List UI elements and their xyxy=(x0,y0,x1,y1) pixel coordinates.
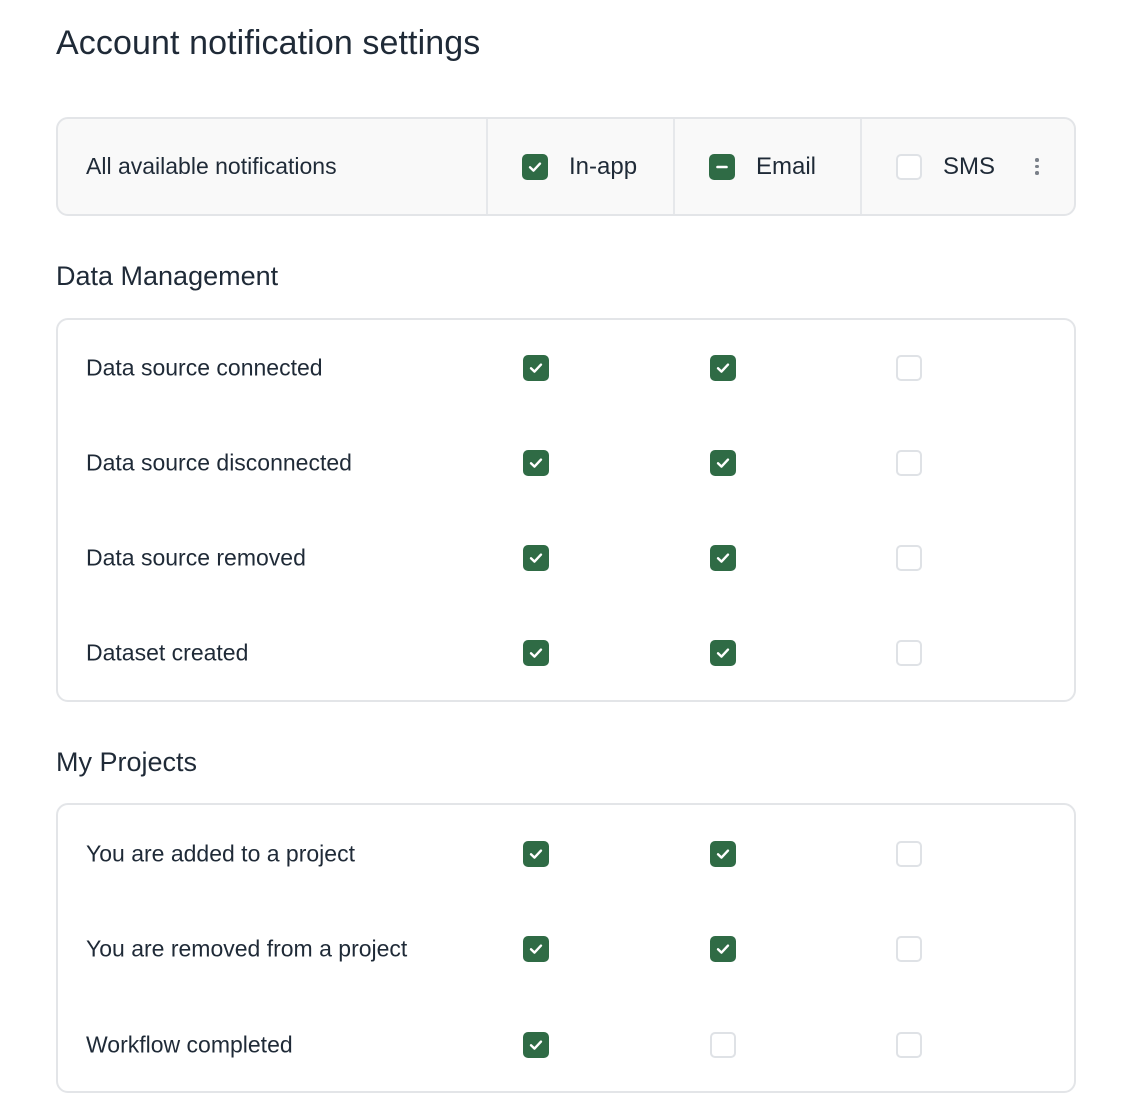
sms-checkbox[interactable] xyxy=(896,841,922,867)
minus-icon xyxy=(716,165,728,168)
row-label: Data source connected xyxy=(86,354,323,381)
checkmark-icon xyxy=(529,849,543,859)
email-checkbox[interactable] xyxy=(710,545,736,571)
header-sms-checkbox[interactable] xyxy=(896,153,922,180)
notification-settings-page: Account notification settings All availa… xyxy=(0,0,1128,1118)
checkmark-icon xyxy=(716,553,730,563)
in-app-checkbox[interactable] xyxy=(523,1032,549,1058)
in-app-checkbox[interactable] xyxy=(523,450,549,476)
checkmark-icon xyxy=(529,553,543,563)
sms-checkbox[interactable] xyxy=(896,355,922,381)
row-label: Data source removed xyxy=(86,544,306,571)
section-title-my-projects: My Projects xyxy=(56,747,198,777)
email-checkbox[interactable] xyxy=(710,841,736,867)
header-email-label: Email xyxy=(756,152,817,180)
header-sms-label: SMS xyxy=(943,152,996,180)
page-title: Account notification settings xyxy=(56,24,481,62)
notification-row: Data source removed xyxy=(58,528,1074,588)
all-notifications-header: All available notifications In-app Email… xyxy=(56,117,1076,216)
group-card-data-management: Data source connected Data source discon… xyxy=(56,318,1076,702)
header-channel-in-app: In-app xyxy=(488,119,675,214)
checkmark-icon xyxy=(716,363,730,373)
header-in-app-label: In-app xyxy=(569,152,638,180)
section-title-data-management: Data Management xyxy=(56,261,279,291)
group-card-my-projects: You are added to a project You are remov… xyxy=(56,803,1076,1093)
email-checkbox[interactable] xyxy=(710,355,736,381)
notification-row: You are removed from a project xyxy=(58,919,1074,979)
checkmark-icon xyxy=(528,161,542,172)
notification-row: Dataset created xyxy=(58,623,1074,683)
checkmark-icon xyxy=(529,1040,543,1050)
in-app-checkbox[interactable] xyxy=(523,841,549,867)
header-in-app-checkbox[interactable] xyxy=(522,153,548,180)
notification-row: Data source connected xyxy=(58,338,1074,398)
email-checkbox[interactable] xyxy=(710,1032,736,1058)
checkmark-icon xyxy=(716,458,730,468)
in-app-checkbox[interactable] xyxy=(523,545,549,571)
row-label: Data source disconnected xyxy=(86,449,352,476)
in-app-checkbox[interactable] xyxy=(523,355,549,381)
row-label: Dataset created xyxy=(86,639,249,666)
sms-checkbox[interactable] xyxy=(896,1032,922,1058)
row-label: You are removed from a project xyxy=(86,935,408,962)
checkmark-icon xyxy=(716,849,730,859)
more-vertical-icon[interactable] xyxy=(1030,153,1044,181)
all-notifications-label: All available notifications xyxy=(58,119,488,214)
checkmark-icon xyxy=(716,648,730,658)
sms-checkbox[interactable] xyxy=(896,450,922,476)
checkmark-icon xyxy=(529,648,543,658)
notification-row: Workflow completed xyxy=(58,1015,1074,1075)
row-label: Workflow completed xyxy=(86,1031,293,1058)
sms-checkbox[interactable] xyxy=(896,936,922,962)
in-app-checkbox[interactable] xyxy=(523,936,549,962)
sms-checkbox[interactable] xyxy=(896,640,922,666)
header-channel-sms: SMS xyxy=(862,119,1074,214)
header-email-checkbox[interactable] xyxy=(709,153,735,180)
header-channel-email: Email xyxy=(675,119,862,214)
email-checkbox[interactable] xyxy=(710,640,736,666)
notification-row: You are added to a project xyxy=(58,824,1074,884)
checkmark-icon xyxy=(529,944,543,954)
email-checkbox[interactable] xyxy=(710,450,736,476)
row-label: You are added to a project xyxy=(86,840,355,867)
checkmark-icon xyxy=(529,458,543,468)
in-app-checkbox[interactable] xyxy=(523,640,549,666)
email-checkbox[interactable] xyxy=(710,936,736,962)
notification-row: Data source disconnected xyxy=(58,433,1074,493)
sms-checkbox[interactable] xyxy=(896,545,922,571)
checkmark-icon xyxy=(716,944,730,954)
checkmark-icon xyxy=(529,363,543,373)
